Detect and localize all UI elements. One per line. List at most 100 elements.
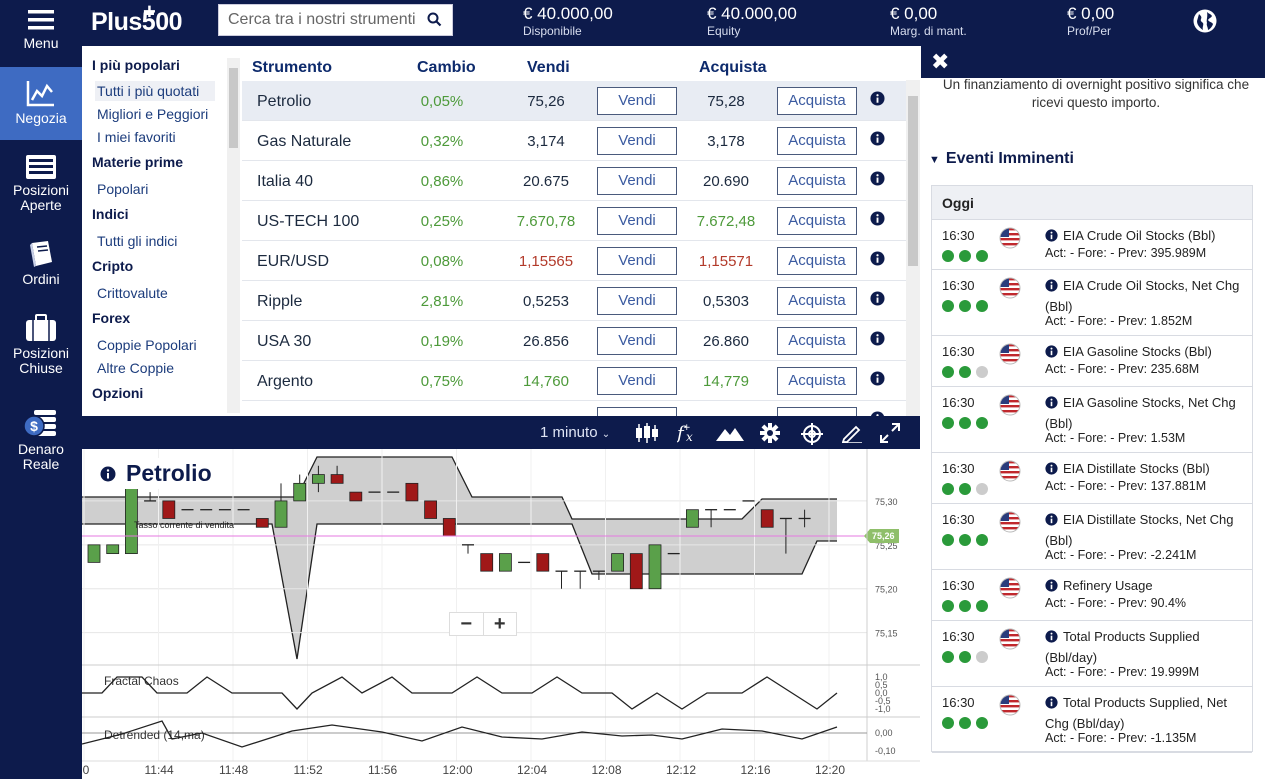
info-icon[interactable] (870, 171, 885, 186)
nav-closed-positions[interactable]: Posizioni Chiuse (0, 314, 82, 384)
zoom-control: − + (449, 612, 517, 636)
nav-orders[interactable]: Ordini (0, 240, 82, 295)
category-item[interactable]: Popolari (97, 179, 148, 199)
table-row[interactable]: Ripple 2,81% 0,5253 Vendi 0,5303 Acquista (242, 281, 906, 321)
category-item[interactable]: Coppie Popolari (97, 335, 197, 355)
category-header: Materie prime (92, 154, 184, 170)
sell-button[interactable]: Vendi (597, 247, 677, 275)
buy-button[interactable]: Acquista (777, 247, 857, 275)
event-item[interactable]: 16:30 EIA Gasoline Stocks (Bbl) Act: - For… (932, 336, 1252, 387)
search-box[interactable] (218, 4, 453, 36)
info-icon[interactable] (870, 251, 885, 266)
sell-button[interactable]: Vendi (597, 127, 677, 155)
sell-button[interactable]: Vendi (597, 167, 677, 195)
event-item[interactable]: 16:30 Total Products Supplied (Bbl/day) Ac… (932, 621, 1252, 687)
info-icon[interactable] (1045, 229, 1058, 242)
column-header-instrument[interactable]: Strumento (252, 59, 332, 77)
info-icon[interactable] (870, 91, 885, 106)
event-item[interactable]: 16:30 EIA Crude Oil Stocks, Net Chg (Bbl)… (932, 270, 1252, 336)
sell-button[interactable]: Vendi (597, 87, 677, 115)
zoom-out-button[interactable]: − (450, 613, 484, 635)
buy-button[interactable]: Acquista (777, 287, 857, 315)
buy-button[interactable]: Acquista (777, 87, 857, 115)
timeframe-select[interactable]: 1 minuto ⌄ (540, 424, 610, 441)
crosshair-icon[interactable] (801, 423, 823, 445)
info-icon[interactable] (870, 291, 885, 306)
column-header-sell[interactable]: Vendi (527, 59, 570, 77)
price-chart[interactable]: 75,30 75,25 75,20 75,15 Tasso corrente di ve… (81, 449, 920, 779)
plus500-logo[interactable]: Plus500 + (91, 0, 183, 37)
event-item[interactable]: 16:30 EIA Distillate Stocks (Bbl) Act: - F… (932, 453, 1252, 504)
info-icon[interactable] (1045, 396, 1058, 409)
nav-open-positions[interactable]: Posizioni Aperte (0, 155, 82, 221)
table-row[interactable]: Argento 0,75% 14,760 Vendi 14,779 Acquista (242, 361, 906, 401)
info-icon[interactable] (100, 466, 116, 482)
importance-dot (959, 600, 971, 612)
info-icon[interactable] (870, 211, 885, 226)
info-icon[interactable] (870, 131, 885, 146)
nav-negozia[interactable]: Negozia (0, 67, 82, 140)
category-scrollbar-thumb[interactable] (229, 68, 238, 148)
buy-button[interactable] (777, 407, 857, 416)
sell-button[interactable]: Vendi (597, 287, 677, 315)
table-row[interactable]: EUR/USD 0,08% 1,15565 Vendi 1,15571 Acquista (242, 241, 906, 281)
info-icon[interactable] (1045, 630, 1058, 643)
category-item[interactable]: Tutti i più quotati (95, 81, 215, 101)
zoom-in-button[interactable]: + (484, 613, 517, 635)
column-header-buy[interactable]: Acquista (699, 59, 767, 77)
buy-button[interactable]: Acquista (777, 207, 857, 235)
event-item[interactable]: 16:30 EIA Distillate Stocks, Net Chg (Bbl… (932, 504, 1252, 570)
info-icon[interactable] (870, 331, 885, 346)
nav-menu[interactable]: Menu (0, 8, 82, 66)
table-row[interactable]: Gas Naturale 0,32% 3,174 Vendi 3,178 Acquista (242, 121, 906, 161)
function-fx-icon[interactable]: f x+ (677, 423, 699, 443)
sell-button[interactable]: Vendi (597, 367, 677, 395)
info-icon[interactable] (1045, 345, 1058, 358)
sell-button[interactable] (597, 407, 677, 416)
sell-button[interactable]: Vendi (597, 207, 677, 235)
table-row[interactable]: Petrolio 0,05% 75,26 Vendi 75,28 Acquista (242, 81, 906, 121)
nav-real-money[interactable]: $ Denaro Reale (0, 408, 82, 483)
buy-button[interactable]: Acquista (777, 167, 857, 195)
event-title: Total Products Supplied, Net Chg (Bbl/da… (1045, 693, 1245, 733)
search-icon[interactable] (427, 12, 442, 27)
column-header-change[interactable]: Cambio (417, 59, 476, 77)
close-icon[interactable]: ✖ (931, 51, 949, 73)
info-icon[interactable] (1045, 579, 1058, 592)
info-icon[interactable] (870, 371, 885, 386)
category-item[interactable]: I miei favoriti (97, 127, 176, 147)
table-row[interactable]: USA 30 0,19% 26.856 Vendi 26.860 Acquista (242, 321, 906, 361)
candlestick-icon[interactable] (635, 423, 659, 443)
category-scrollbar[interactable] (227, 58, 240, 413)
info-icon[interactable] (1045, 462, 1058, 475)
category-item[interactable]: Tutti gli indici (97, 231, 177, 251)
category-item[interactable]: Migliori e Peggiori (97, 104, 208, 124)
table-row[interactable]: US-TECH 100 0,25% 7.670,78 Vendi 7.672,48 Acq… (242, 201, 906, 241)
table-row[interactable]: Italia 40 0,86% 20.675 Vendi 20.690 Acquista (242, 161, 906, 201)
info-icon[interactable] (1045, 513, 1058, 526)
table-scrollbar[interactable] (906, 80, 920, 416)
event-item[interactable]: 16:30 Total Products Supplied, Net Chg (B… (932, 687, 1252, 753)
pencil-draw-icon[interactable] (842, 423, 862, 443)
event-item[interactable]: 16:30 EIA Gasoline Stocks, Net Chg (Bbl) A… (932, 387, 1252, 453)
buy-button[interactable]: Acquista (777, 367, 857, 395)
table-row[interactable] (242, 401, 906, 416)
gear-icon[interactable] (760, 423, 780, 443)
category-item[interactable]: Altre Coppie (97, 358, 174, 378)
events-section-title[interactable]: ▼ Eventi Imminenti (929, 150, 1074, 168)
importance-dot (942, 600, 954, 612)
sell-button[interactable]: Vendi (597, 327, 677, 355)
category-item[interactable]: Crittovalute (97, 283, 168, 303)
search-input[interactable] (219, 6, 419, 34)
event-item[interactable]: 16:30 Refinery Usage Act: - Fore: - Prev: … (932, 570, 1252, 621)
event-item[interactable]: 16:30 EIA Crude Oil Stocks (Bbl) Act: - Fo… (932, 220, 1252, 270)
buy-button[interactable]: Acquista (777, 127, 857, 155)
globe-icon[interactable] (1192, 8, 1218, 34)
fullscreen-icon[interactable] (880, 423, 900, 443)
info-icon[interactable] (1045, 279, 1058, 292)
info-icon[interactable] (1045, 696, 1058, 709)
mountain-chart-icon[interactable] (716, 423, 744, 443)
buy-button[interactable]: Acquista (777, 327, 857, 355)
us-flag-icon (999, 577, 1021, 599)
table-scrollbar-thumb[interactable] (908, 96, 918, 266)
